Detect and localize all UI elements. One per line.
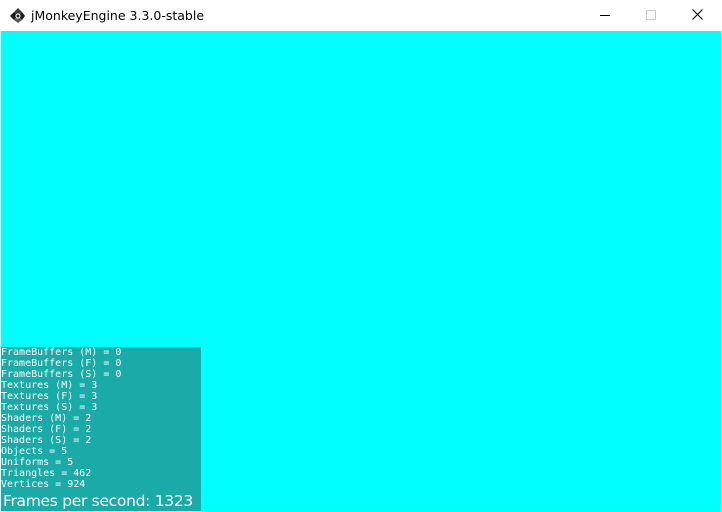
title-bar[interactable]: jMonkeyEngine 3.3.0-stable — [0, 0, 722, 31]
close-icon — [691, 7, 703, 25]
stat-line: Textures (S) = 3 — [1, 402, 98, 413]
stat-line: Shaders (F) = 2 — [1, 424, 92, 435]
stat-line: Textures (M) = 3 — [1, 380, 98, 391]
window-title: jMonkeyEngine 3.3.0-stable — [31, 8, 205, 23]
minimize-button[interactable] — [582, 0, 628, 31]
stat-line: Textures (F) = 3 — [1, 391, 98, 402]
stat-line: Vertices = 924 — [1, 479, 86, 490]
jmonkey-logo-icon — [9, 7, 26, 24]
render-viewport[interactable]: FrameBuffers (M) = 0 FrameBuffers (F) = 0… — [1, 31, 721, 511]
minimize-icon — [600, 7, 610, 25]
stat-line: FrameBuffers (F) = 0 — [1, 358, 122, 369]
stat-line: FrameBuffers (M) = 0 — [1, 347, 122, 358]
maximize-button[interactable] — [628, 0, 674, 31]
fps-counter: Frames per second: 1323 — [3, 492, 193, 510]
app-window: jMonkeyEngine 3.3.0-stable FrameBuffers … — [0, 0, 722, 512]
maximize-icon — [646, 7, 656, 25]
stats-panel: FrameBuffers (M) = 0 FrameBuffers (F) = 0… — [1, 347, 201, 511]
stat-line: Shaders (M) = 2 — [1, 413, 92, 424]
stat-line: Triangles = 462 — [1, 468, 92, 479]
stat-line: Objects = 5 — [1, 446, 68, 457]
stat-line: FrameBuffers (S) = 0 — [1, 369, 122, 380]
close-button[interactable] — [674, 0, 720, 31]
stat-line: Uniforms = 5 — [1, 457, 74, 468]
stat-line: Shaders (S) = 2 — [1, 435, 92, 446]
